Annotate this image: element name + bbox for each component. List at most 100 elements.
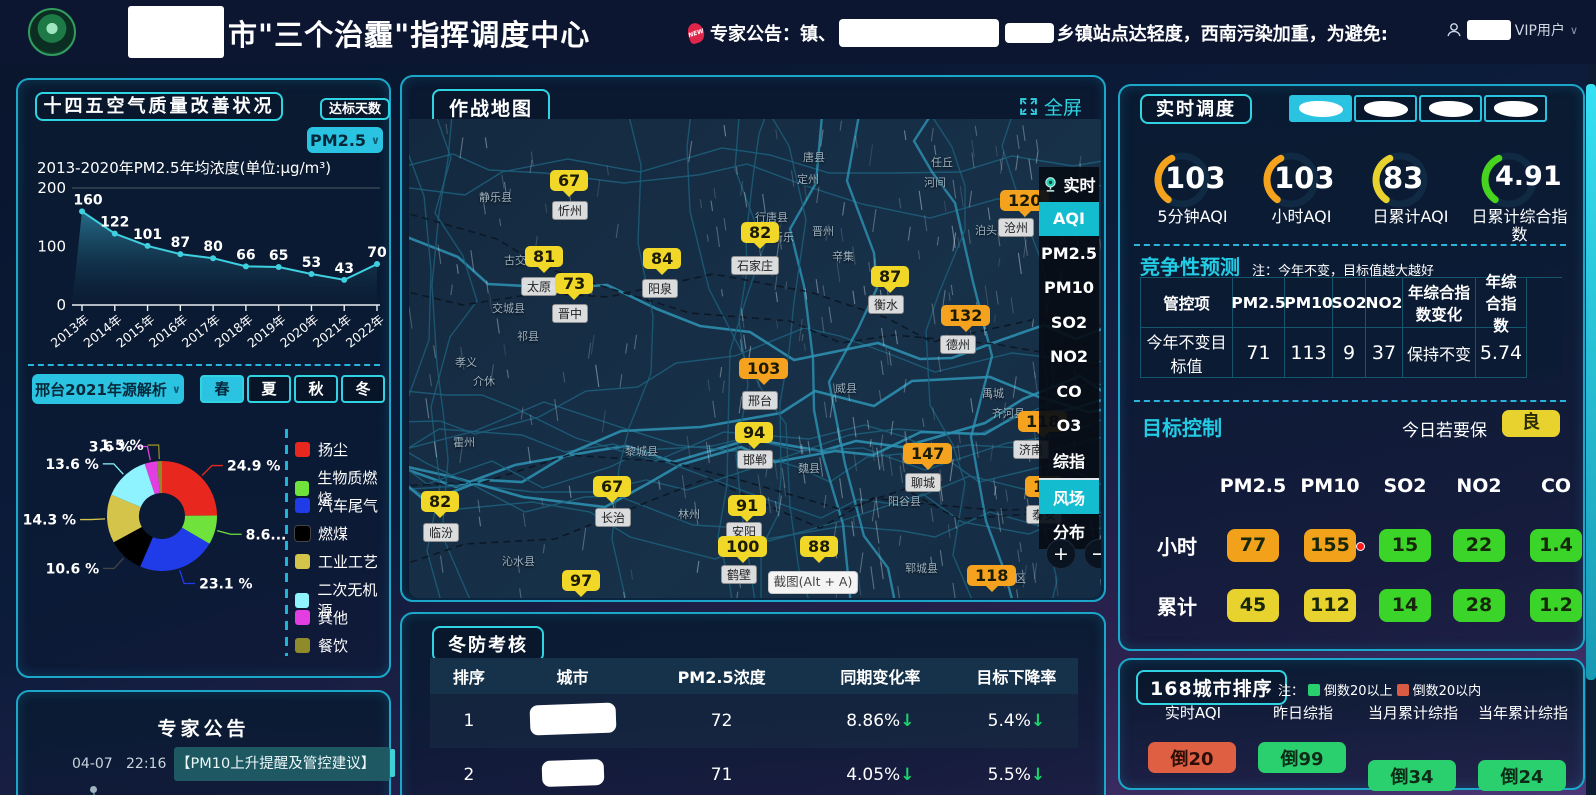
aqi-marker-衡水[interactable]: 87 [871,266,909,287]
value-badge[interactable] [1530,649,1582,652]
legend-swatch [295,481,309,496]
map-menu-item-实时[interactable]: 实时 [1039,167,1099,202]
aqi-marker-安阳[interactable]: 91 [728,495,766,516]
value-badge[interactable]: 1.4 [1530,529,1582,562]
value-badge[interactable] [1227,649,1279,652]
legend-item-扬尘[interactable]: 扬尘 [295,439,348,460]
aqi-marker-临汾[interactable]: 82 [421,491,459,512]
map-menu-item-PM2.5[interactable]: PM2.5 [1039,236,1099,271]
value-badge[interactable]: 1.2 [1530,589,1582,622]
aqi-marker-太原[interactable]: 81 [525,246,563,267]
source-analysis-dropdown[interactable]: 邢台2021年源解析 ∨ [32,374,184,404]
legend-item-餐饮[interactable]: 餐饮 [295,635,348,656]
aqi-marker-97[interactable]: 97 [562,570,600,591]
aqi-marker-118[interactable]: 118 [967,565,1016,586]
grade-badge[interactable]: 良 [1502,410,1560,437]
map-place-label: 静乐县 [479,189,512,205]
pollutant-dropdown[interactable]: PM2.5 ∨ [307,127,383,153]
aqi-marker-聊城[interactable]: 147 [903,443,952,464]
zoom-in-button[interactable]: + [1046,539,1076,569]
value-badge[interactable] [1304,649,1356,652]
value-badge[interactable] [1453,649,1505,652]
scrollbar-thumb[interactable] [1586,84,1596,680]
change-cell: 8.86%↓ [806,711,955,731]
data-point[interactable] [177,251,183,257]
gauge-5分钟AQI: 1035分钟AQI [1138,142,1247,244]
value-badge[interactable]: 28 [1453,589,1505,622]
target-cell [1368,635,1442,651]
prediction-cell: 5.74 [1476,328,1527,378]
notice-item[interactable]: 【PM10上升提醒及管控建议】 [174,747,390,781]
map-menu-item-综指[interactable]: 综指 [1039,443,1099,480]
season-tab-夏[interactable]: 夏 [247,375,291,403]
aqi-marker-德州[interactable]: 132 [941,305,990,326]
map-canvas[interactable]: 实时AQIPM2.5PM10SO2NO2COO3综指风场分布 + − 截图(Al… [409,119,1101,598]
fullscreen-button[interactable]: 全屏 [1019,93,1082,120]
table-row[interactable]: 2714.05%↓5.5%↓ [430,748,1078,795]
data-point[interactable] [145,243,151,249]
aqi-marker-长治[interactable]: 67 [593,476,631,497]
dispatch-tab-3[interactable] [1419,95,1482,122]
rank-badge-倒24[interactable]: 倒24 [1478,760,1566,791]
season-tab-秋[interactable]: 秋 [294,375,338,403]
aqi-marker-忻州[interactable]: 67 [550,170,588,191]
value-badge[interactable]: 155 [1304,529,1356,562]
map-menu-item-CO[interactable]: CO [1039,374,1099,409]
season-tab-冬[interactable]: 冬 [341,375,385,403]
map-menu-item-风场[interactable]: 风场 [1039,480,1099,515]
legend-item-工业工艺[interactable]: 工业工艺 [295,551,378,572]
value-badge[interactable]: 112 [1304,589,1356,622]
value-badge[interactable]: 14 [1379,589,1431,622]
target-note: 今日若要保 [1402,416,1487,441]
announcement-text-2: 乡镇站点达轻度，西南污染加重，为避免: [1057,20,1388,46]
target-cell: 22 [1442,515,1516,575]
aqi-marker-阳泉[interactable]: 84 [643,248,681,269]
prediction-header: 年综合指数变化 [1403,278,1476,328]
aqi-marker-晋中[interactable]: 73 [555,273,593,294]
aqi-marker-邢台[interactable]: 103 [739,358,788,379]
dispatch-tab-4[interactable] [1484,95,1547,122]
data-point[interactable] [308,271,314,277]
map-menu-item-AQI[interactable]: AQI [1039,202,1099,237]
data-point[interactable] [112,231,118,237]
legend-item-其他[interactable]: 其他 [295,607,348,628]
value-badge[interactable]: 45 [1227,589,1279,622]
value-badge[interactable]: 22 [1453,529,1505,562]
value-badge[interactable] [1379,649,1431,652]
value-badge[interactable]: 77 [1227,529,1279,562]
redacted-announcement [1005,23,1054,43]
data-point[interactable] [374,261,380,267]
prediction-cell: 71 [1233,328,1285,378]
legend-item-燃煤[interactable]: 燃煤 [295,523,348,544]
value-badge[interactable]: 15 [1379,529,1431,562]
rank-badge-倒20[interactable]: 倒20 [1148,742,1236,773]
data-point[interactable] [341,277,347,283]
aqi-marker-鹤壁[interactable]: 100 [718,536,767,557]
table-row[interactable]: 1728.86%↓5.4%↓ [430,694,1078,748]
winter-assessment-panel: 冬防考核 排序城市PM2.5浓度同期变化率目标下降率1728.86%↓5.4%↓… [400,612,1106,795]
prediction-header: NO2 [1366,278,1403,328]
map-menu-item-O3[interactable]: O3 [1039,409,1099,444]
data-point[interactable] [79,208,85,214]
city-label-临汾: 临汾 [423,523,459,542]
rank-badge-倒99[interactable]: 倒99 [1258,742,1346,773]
data-point[interactable] [210,255,216,261]
legend-item-汽车尾气[interactable]: 汽车尾气 [295,495,378,516]
down-arrow-icon: ↓ [900,711,914,731]
aqi-marker-石家庄[interactable]: 82 [741,222,779,243]
aqi-marker-88[interactable]: 88 [800,536,838,557]
rank-badge-倒34[interactable]: 倒34 [1368,760,1456,791]
aqi-marker-邯郸[interactable]: 94 [735,422,773,443]
dispatch-tab-1[interactable] [1289,95,1352,122]
data-point[interactable] [243,263,249,269]
data-point[interactable] [276,264,282,270]
dispatch-tab-2[interactable] [1354,95,1417,122]
map-menu-item-SO2[interactable]: SO2 [1039,305,1099,340]
standard-days-button[interactable]: 达标天数 [320,98,390,120]
user-menu[interactable]: VIP用户 ∨ [1445,20,1578,40]
value-label: 122 [100,215,129,231]
season-tab-春[interactable]: 春 [200,375,244,403]
map-menu-item-NO2[interactable]: NO2 [1039,340,1099,375]
scrollbar-thumb[interactable] [390,749,395,777]
map-menu-item-PM10[interactable]: PM10 [1039,271,1099,306]
